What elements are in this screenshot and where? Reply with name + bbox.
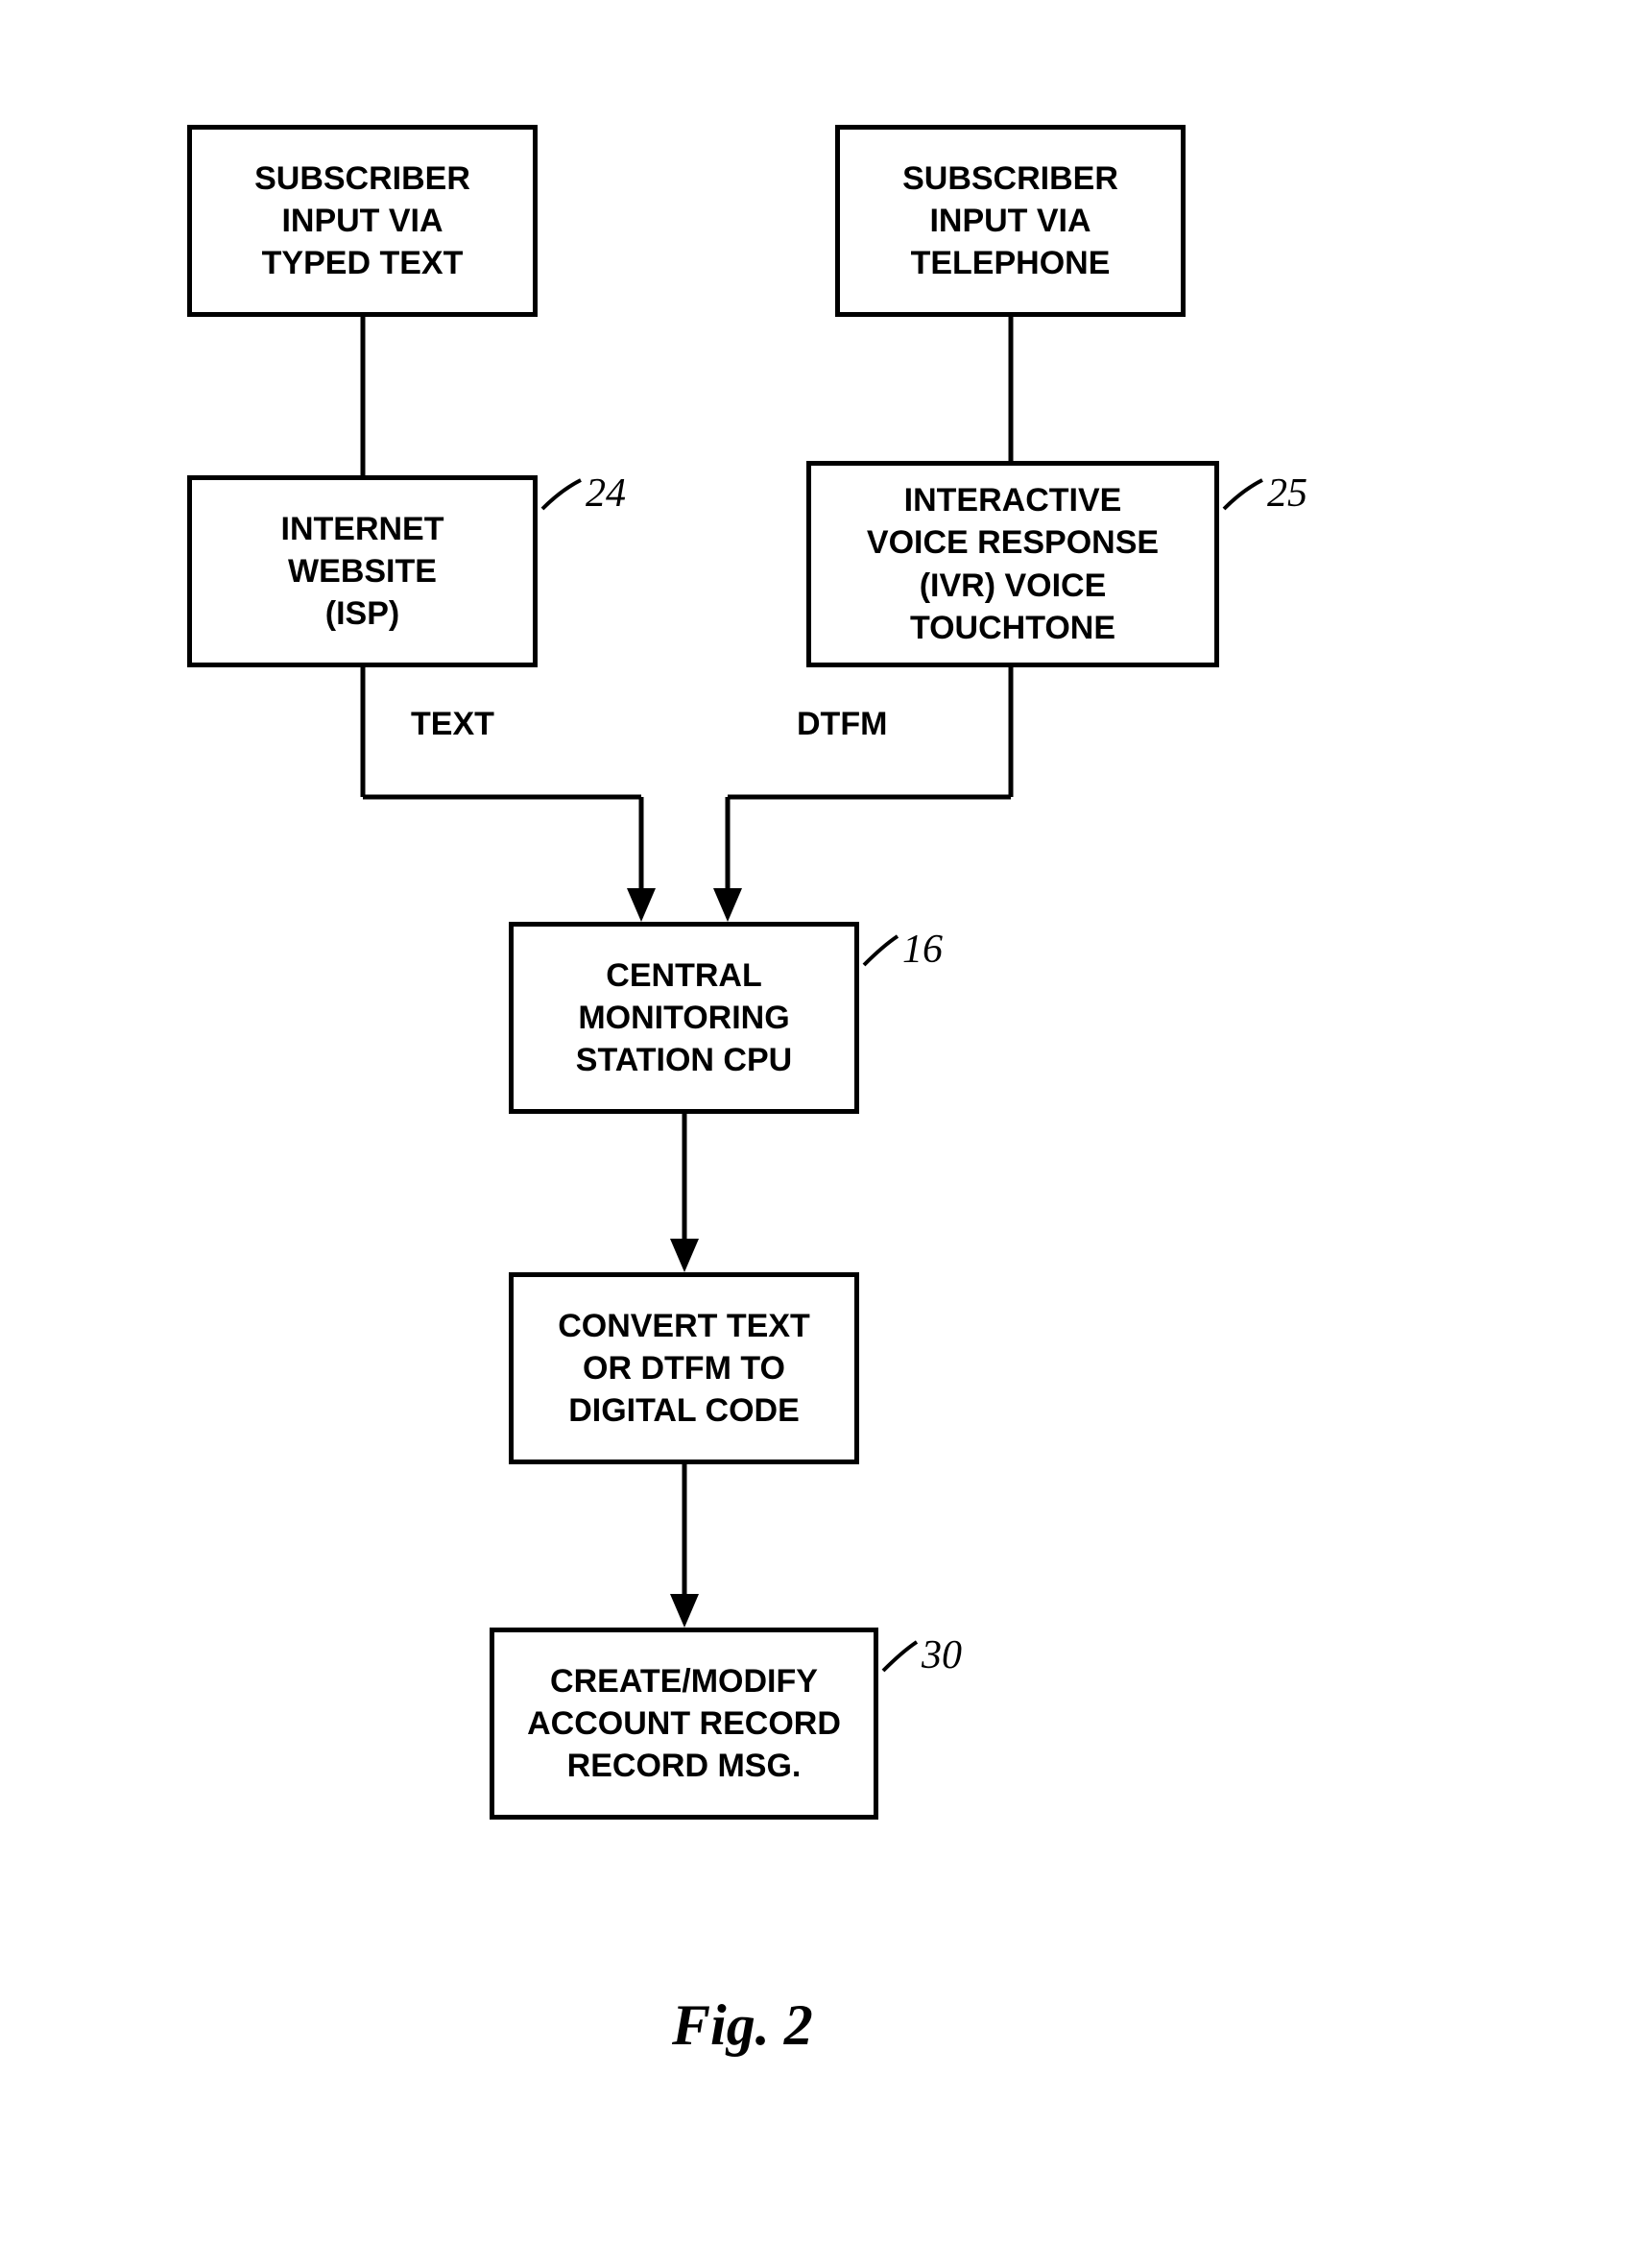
- diagram-svg: [0, 0, 1630, 2268]
